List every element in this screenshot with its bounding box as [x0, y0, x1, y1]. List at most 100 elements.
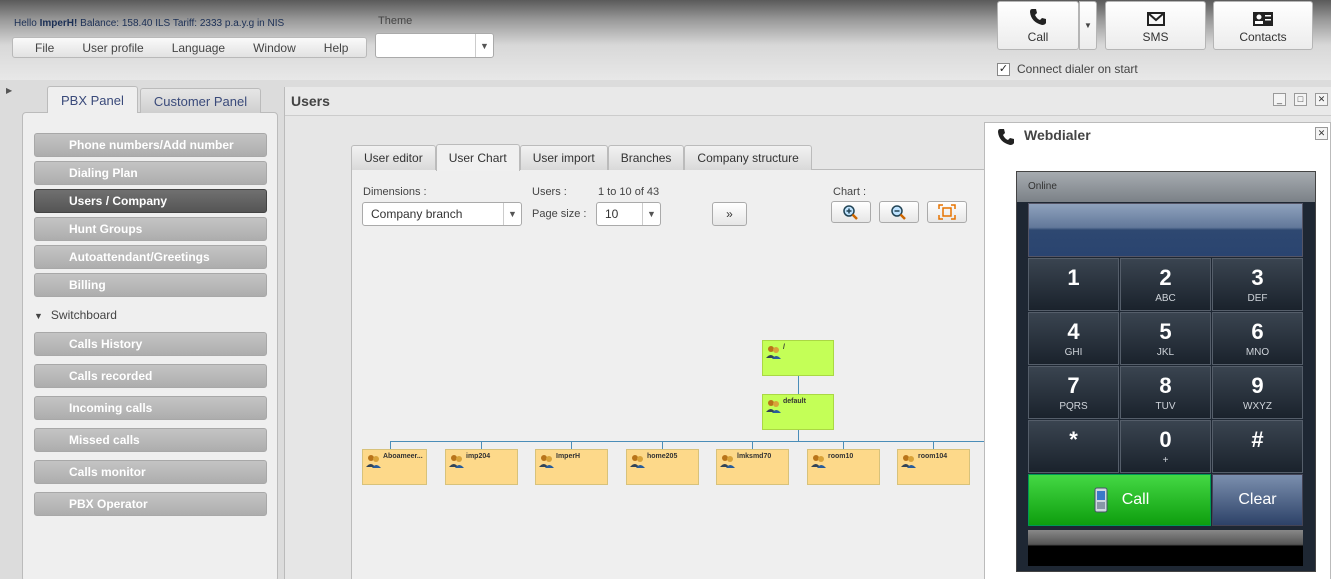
next-page-button[interactable]: » — [712, 202, 747, 226]
call-button[interactable]: Call — [997, 1, 1079, 50]
fit-chart-button[interactable] — [927, 201, 967, 223]
user-group-icon — [766, 346, 781, 359]
phone-icon — [998, 129, 1014, 145]
dial-clear-button[interactable]: Clear — [1212, 474, 1303, 526]
tab-branches[interactable]: Branches — [607, 145, 685, 170]
nav-phone-numbers[interactable]: Phone numbers/Add number — [34, 133, 267, 157]
minimize-icon[interactable]: _ — [1273, 93, 1286, 106]
nav-pbx-operator[interactable]: PBX Operator — [34, 492, 267, 516]
dial-key-8[interactable]: 8 TUV — [1120, 366, 1211, 419]
zoom-in-button[interactable] — [831, 201, 871, 223]
nav-billing[interactable]: Billing — [34, 273, 267, 297]
close-icon[interactable]: ✕ — [1315, 127, 1328, 140]
webdialer-window: Webdialer ✕ Online 1 2 ABC 3 DEF 4 GHI 5 JKL… — [984, 122, 1331, 579]
dial-key-hash[interactable]: # — [1212, 420, 1303, 473]
org-leaf-node[interactable]: room104 — [897, 449, 970, 485]
dimensions-label: Dimensions : — [363, 186, 427, 198]
menu-bar: File User profile Language Window Help — [12, 37, 367, 58]
envelope-icon — [1146, 12, 1165, 26]
menu-user-profile[interactable]: User profile — [64, 41, 153, 55]
key-letters: MNO — [1245, 347, 1270, 358]
greeting-prefix: Hello — [14, 18, 37, 29]
tab-user-editor[interactable]: User editor — [351, 145, 436, 170]
dial-key-2[interactable]: 2 ABC — [1120, 258, 1211, 311]
close-icon[interactable]: ✕ — [1315, 93, 1328, 106]
dial-key-6[interactable]: 6 MNO — [1212, 312, 1303, 365]
user-group-icon — [720, 455, 735, 468]
menu-help[interactable]: Help — [306, 41, 359, 55]
org-node-label: Aboameer... — [383, 453, 423, 460]
user-group-icon — [811, 455, 826, 468]
nav-missed-calls[interactable]: Missed calls — [34, 428, 267, 452]
fit-to-screen-icon — [938, 204, 956, 220]
switchboard-section-toggle[interactable]: ▼ Switchboard — [34, 308, 117, 322]
nav-calls-monitor[interactable]: Calls monitor — [34, 460, 267, 484]
dial-key-7[interactable]: 7 PQRS — [1028, 366, 1119, 419]
menu-language[interactable]: Language — [154, 41, 235, 55]
org-leaf-node[interactable]: lmksmd70 — [716, 449, 789, 485]
org-leaf-node[interactable]: Aboameer... — [362, 449, 427, 485]
nav-users-company[interactable]: Users / Company — [34, 189, 267, 213]
org-leaf-node[interactable]: room10 — [807, 449, 880, 485]
page-size-label: Page size : — [532, 208, 587, 220]
nav-incoming-calls[interactable]: Incoming calls — [34, 396, 267, 420]
key-digit: 0 — [1159, 427, 1172, 452]
theme-select[interactable]: ▼ — [375, 33, 494, 58]
org-connector — [481, 441, 482, 449]
org-leaf-node[interactable]: home205 — [626, 449, 699, 485]
tab-pbx-panel[interactable]: PBX Panel — [47, 86, 138, 113]
dialer-bottom-bar — [1028, 530, 1303, 566]
dial-number-display[interactable] — [1028, 203, 1303, 257]
key-letters: WXYZ — [1243, 401, 1272, 412]
nav-autoattendant[interactable]: Autoattendant/Greetings — [34, 245, 267, 269]
menu-file[interactable]: File — [17, 41, 64, 55]
chevron-down-icon: ▼ — [1084, 21, 1092, 30]
user-group-icon — [449, 455, 464, 468]
key-digit: 1 — [1067, 265, 1080, 290]
dial-key-5[interactable]: 5 JKL — [1120, 312, 1211, 365]
org-node-label: imp204 — [466, 453, 491, 460]
dial-key-1[interactable]: 1 — [1028, 258, 1119, 311]
org-connector — [390, 441, 391, 449]
contacts-button[interactable]: Contacts — [1213, 1, 1313, 50]
chevron-down-icon: ▼ — [642, 203, 660, 225]
left-panel-tabs: PBX Panel Customer Panel — [47, 86, 263, 113]
page-size-select[interactable]: 10 ▼ — [596, 202, 661, 226]
user-chart-panel: Dimensions : Company branch ▼ Users : 1 t… — [351, 169, 1051, 579]
key-digit: * — [1069, 427, 1078, 452]
org-node-default[interactable]: default — [762, 394, 834, 430]
switchboard-label: Switchboard — [50, 308, 117, 322]
dimensions-select[interactable]: Company branch ▼ — [362, 202, 522, 226]
dial-key-9[interactable]: 9 WXYZ — [1212, 366, 1303, 419]
triangle-down-icon: ▼ — [34, 311, 43, 321]
dial-key-0[interactable]: 0 + — [1120, 420, 1211, 473]
user-group-icon — [901, 455, 916, 468]
maximize-icon[interactable]: □ — [1294, 93, 1307, 106]
tab-user-chart[interactable]: User Chart — [435, 144, 520, 171]
nav-calls-history[interactable]: Calls History — [34, 332, 267, 356]
menu-window[interactable]: Window — [235, 41, 306, 55]
chart-label: Chart : — [833, 186, 867, 198]
dial-key-star[interactable]: * — [1028, 420, 1119, 473]
dial-key-4[interactable]: 4 GHI — [1028, 312, 1119, 365]
nav-calls-recorded[interactable]: Calls recorded — [34, 364, 267, 388]
tab-customer-panel[interactable]: Customer Panel — [139, 88, 262, 113]
webdialer-title: Webdialer — [1024, 127, 1091, 143]
collapse-arrow-icon[interactable]: ▶ — [6, 86, 12, 95]
nav-dialing-plan[interactable]: Dialing Plan — [34, 161, 267, 185]
tab-user-import[interactable]: User import — [519, 145, 608, 170]
nav-hunt-groups[interactable]: Hunt Groups — [34, 217, 267, 241]
dial-call-button[interactable]: Call — [1028, 474, 1211, 526]
tab-company-structure[interactable]: Company structure — [684, 145, 812, 170]
org-node-root[interactable]: / — [762, 340, 834, 376]
org-leaf-node[interactable]: imp204 — [445, 449, 518, 485]
connect-dialer-label: Connect dialer on start — [1017, 62, 1138, 76]
zoom-out-button[interactable] — [879, 201, 919, 223]
org-leaf-node[interactable]: ImperH — [535, 449, 608, 485]
call-options-dropdown[interactable]: ▼ — [1079, 1, 1097, 50]
connect-dialer-checkbox[interactable]: ✓ — [997, 62, 1010, 76]
dial-key-3[interactable]: 3 DEF — [1212, 258, 1303, 311]
sms-button[interactable]: SMS — [1105, 1, 1206, 50]
dial-call-label: Call — [1121, 491, 1150, 508]
key-letters: TUV — [1155, 401, 1176, 412]
